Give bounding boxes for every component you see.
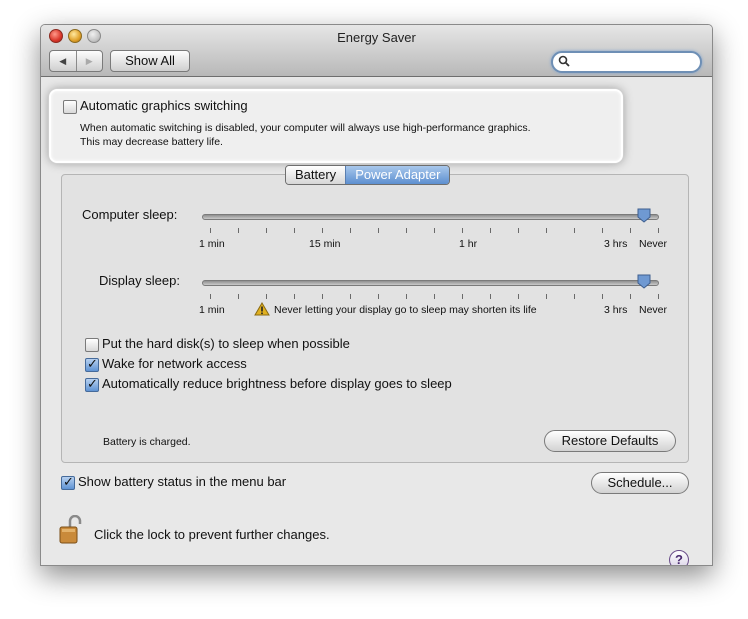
hard-disk-sleep-checkbox[interactable] xyxy=(85,338,99,352)
show-battery-status-checkbox[interactable] xyxy=(61,474,75,490)
tick xyxy=(238,228,239,233)
tick xyxy=(574,294,575,299)
hard-disk-sleep-label: Put the hard disk(s) to sleep when possi… xyxy=(102,336,350,351)
tick xyxy=(658,294,659,299)
computer-sleep-slider-thumb[interactable] xyxy=(637,208,651,223)
reduce-brightness-label: Automatically reduce brightness before d… xyxy=(102,376,452,391)
tick xyxy=(294,294,295,299)
computer-sleep-slider[interactable] xyxy=(202,214,659,220)
tick xyxy=(294,228,295,233)
tick xyxy=(350,294,351,299)
tab-battery[interactable]: Battery xyxy=(286,166,346,184)
lock-message: Click the lock to prevent further change… xyxy=(94,527,330,542)
tick-label-never: Never xyxy=(639,238,668,250)
wake-network-checkbox[interactable] xyxy=(85,356,99,372)
tick xyxy=(518,228,519,233)
tick xyxy=(462,228,463,233)
back-button[interactable]: ◀ xyxy=(50,51,77,71)
tick-label-3-hrs: 3 hrs xyxy=(604,238,628,250)
tick-label-never: Never xyxy=(639,304,668,316)
tick xyxy=(378,294,379,299)
battery-status-text: Battery is charged. xyxy=(103,436,191,448)
tick-label-3-hrs: 3 hrs xyxy=(604,304,628,316)
energy-saver-window: Energy Saver ◀ ▶ Show All Automatic grap… xyxy=(40,24,713,566)
tick xyxy=(630,228,631,233)
tick xyxy=(630,294,631,299)
window-title: Energy Saver xyxy=(337,30,416,45)
display-sleep-slider[interactable] xyxy=(202,280,659,286)
graphics-description-line1: When automatic switching is disabled, yo… xyxy=(80,122,531,134)
tick xyxy=(490,294,491,299)
tick xyxy=(602,294,603,299)
tick xyxy=(546,294,547,299)
tick xyxy=(462,294,463,299)
restore-defaults-button[interactable]: Restore Defaults xyxy=(544,430,676,452)
tick xyxy=(602,228,603,233)
tab-power-adapter[interactable]: Power Adapter xyxy=(345,166,450,184)
graphics-switching-panel: Automatic graphics switching When automa… xyxy=(49,89,623,163)
tick xyxy=(490,228,491,233)
tick xyxy=(434,228,435,233)
computer-sleep-ticks xyxy=(202,228,662,234)
search-icon xyxy=(558,55,570,70)
tick-label-15-min: 15 min xyxy=(309,238,341,250)
tick-label-1-min: 1 min xyxy=(199,238,225,250)
tab-selector: Battery Power Adapter xyxy=(285,165,451,185)
help-button[interactable]: ? xyxy=(669,550,689,565)
tick xyxy=(518,294,519,299)
tick xyxy=(266,294,267,299)
tick xyxy=(350,228,351,233)
search-field[interactable] xyxy=(551,51,702,73)
show-all-button[interactable]: Show All xyxy=(110,50,190,72)
lock-icon[interactable] xyxy=(59,515,83,545)
tick-label-1-hr: 1 hr xyxy=(459,238,478,250)
tick xyxy=(238,294,239,299)
warning-icon xyxy=(254,302,270,316)
display-sleep-warning: Never letting your display go to sleep m… xyxy=(274,304,537,316)
tick xyxy=(546,228,547,233)
tick xyxy=(322,294,323,299)
tick-label-1-min: 1 min xyxy=(199,304,225,316)
tick xyxy=(378,228,379,233)
tick xyxy=(210,228,211,233)
preferences-content: Automatic graphics switching When automa… xyxy=(41,77,712,565)
wake-network-label: Wake for network access xyxy=(102,356,247,371)
tick xyxy=(574,228,575,233)
display-sleep-slider-thumb[interactable] xyxy=(637,274,651,289)
tick xyxy=(434,294,435,299)
graphics-description-line2: This may decrease battery life. xyxy=(80,136,223,148)
reduce-brightness-checkbox[interactable] xyxy=(85,376,99,392)
tab-panel: Computer sleep: 1 min 15 min 1 hr 3 hrs … xyxy=(61,174,689,463)
display-sleep-label: Display sleep: xyxy=(99,273,180,288)
tick xyxy=(658,228,659,233)
schedule-button[interactable]: Schedule... xyxy=(591,472,689,494)
tick xyxy=(266,228,267,233)
graphics-switching-checkbox[interactable] xyxy=(63,100,77,114)
computer-sleep-label: Computer sleep: xyxy=(82,207,178,222)
display-sleep-ticks xyxy=(202,294,662,300)
tick xyxy=(322,228,323,233)
graphics-switching-label: Automatic graphics switching xyxy=(80,98,248,113)
navigation-buttons: ◀ ▶ xyxy=(49,50,103,72)
title-bar: Energy Saver ◀ ▶ Show All xyxy=(41,25,712,77)
tick xyxy=(406,228,407,233)
tick xyxy=(210,294,211,299)
forward-button[interactable]: ▶ xyxy=(77,51,103,71)
show-battery-status-label: Show battery status in the menu bar xyxy=(78,474,287,489)
tick xyxy=(406,294,407,299)
